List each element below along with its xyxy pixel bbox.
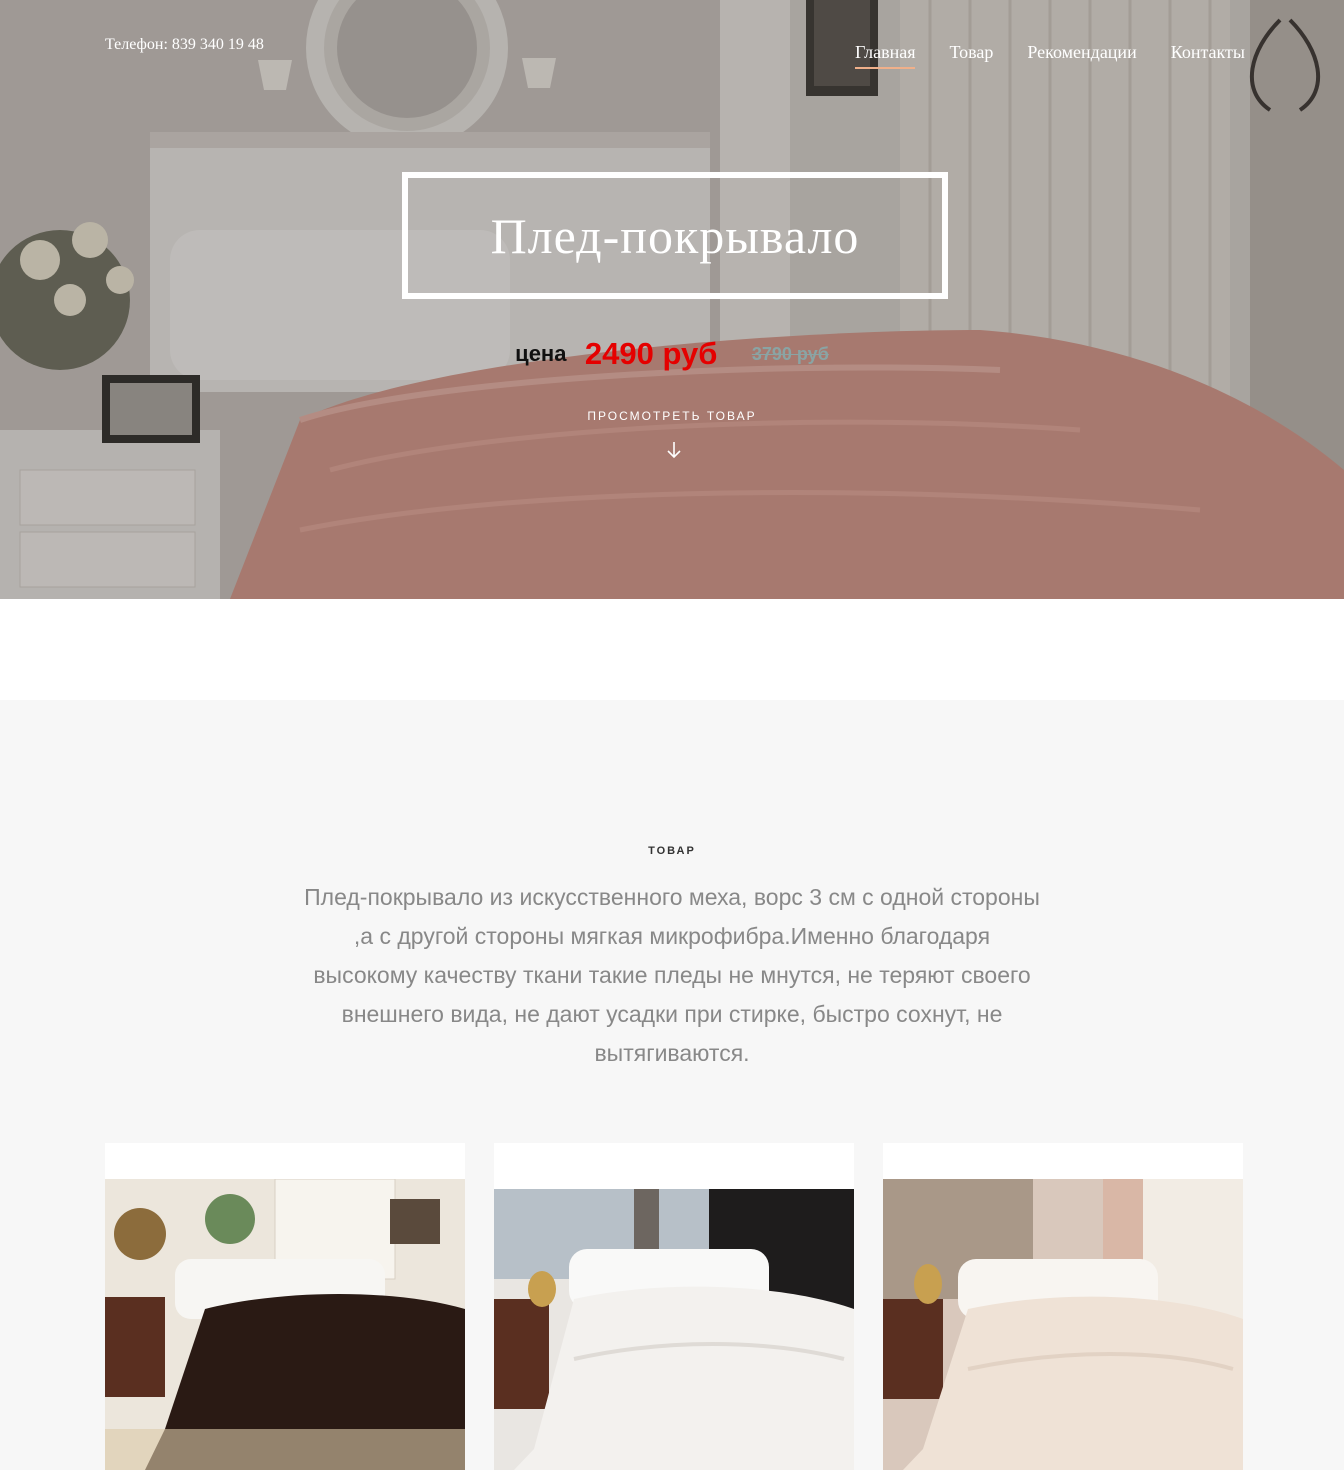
nav-item-contacts[interactable]: Контакты — [1171, 42, 1245, 69]
nav-item-home[interactable]: Главная — [855, 42, 916, 69]
product-cards — [105, 1143, 1243, 1470]
nav-item-recommendations[interactable]: Рекомендации — [1027, 42, 1136, 69]
price-label: цена — [515, 341, 567, 366]
product-card-dark-brown[interactable] — [105, 1143, 465, 1470]
product-image-cream — [883, 1179, 1243, 1470]
product-image-dark-brown — [105, 1179, 465, 1470]
nav-item-product[interactable]: Товар — [949, 42, 993, 69]
hero-title: Плед-покрывало — [490, 207, 860, 264]
hero-dark-overlay — [0, 0, 1344, 599]
product-description: Плед-покрывало из искусственного меха, в… — [304, 884, 1040, 1066]
hero-section: Телефон: 839 340 19 48 Главная Товар Рек… — [0, 0, 1344, 599]
view-product-link[interactable]: ПРОСМОТРЕТЬ ТОВАР — [0, 409, 1344, 423]
product-card-cream[interactable] — [883, 1143, 1243, 1470]
header-phone: Телефон: 839 340 19 48 — [105, 36, 264, 53]
hero-title-box: Плед-покрывало — [402, 172, 948, 299]
product-section: ТОВАР Плед-покрывало из искусственного м… — [0, 700, 1344, 1470]
product-card-white[interactable] — [494, 1143, 854, 1470]
section-label: ТОВАР — [648, 845, 696, 857]
arrow-down-icon[interactable] — [664, 440, 684, 460]
price-old: 3790 руб — [751, 343, 829, 364]
price-current: 2490 руб — [584, 336, 718, 371]
main-nav: Главная Товар Рекомендации Контакты — [855, 42, 1245, 69]
price-block: цена 2490 руб 3790 руб — [0, 336, 1344, 372]
product-image-white — [494, 1189, 854, 1470]
